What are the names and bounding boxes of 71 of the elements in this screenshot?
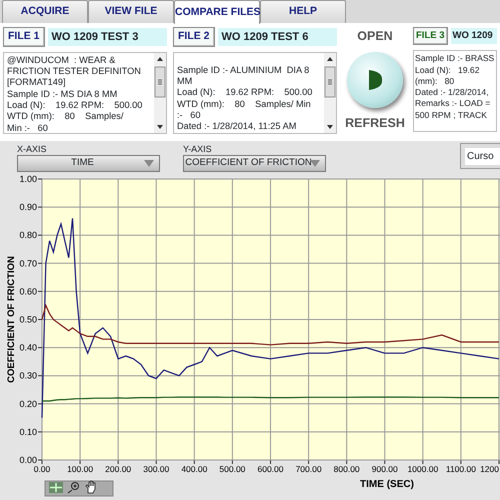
axis-label: Y-AXIS bbox=[183, 143, 213, 155]
axis-dropdown[interactable]: COEFFICIENT OF FRICTION bbox=[183, 155, 326, 172]
x-tick-label: 700.00 bbox=[296, 464, 322, 474]
axis-label: X-AXIS bbox=[17, 143, 48, 155]
play-icon bbox=[367, 68, 383, 92]
y-tick-label: 0.00 bbox=[19, 455, 37, 465]
file-name-field[interactable]: WO 1209 TEST 6 bbox=[218, 28, 337, 46]
y-tick-label: 0.30 bbox=[19, 370, 37, 381]
info-line: Sample ID :- MS DIA 8 MM bbox=[7, 88, 118, 100]
zoom-icon[interactable] bbox=[68, 482, 79, 494]
scrollbar[interactable] bbox=[154, 52, 166, 133]
x-tick-label: 900.00 bbox=[372, 464, 398, 474]
x-tick-label: 500.00 bbox=[219, 464, 246, 474]
y-tick-label: 0.10 bbox=[19, 426, 37, 437]
y-tick-label: 0.40 bbox=[19, 342, 37, 353]
x-tick-label: 300.00 bbox=[143, 464, 170, 474]
y-tick-label: 0.20 bbox=[19, 398, 37, 409]
open-label: OPEN bbox=[357, 28, 393, 45]
info-line: [FORMAT149] bbox=[7, 77, 67, 89]
x-tick-label: 0.00 bbox=[34, 464, 50, 474]
y-tick-label: 0.70 bbox=[19, 258, 37, 268]
x-axis-title: TIME (SEC) bbox=[360, 479, 414, 490]
scrollbar[interactable] bbox=[324, 52, 336, 133]
cursor-button[interactable]: Curso bbox=[460, 143, 500, 169]
y-tick-label: 1.00 bbox=[19, 174, 37, 184]
open-button[interactable] bbox=[347, 52, 403, 108]
axis-dropdown[interactable]: TIME bbox=[17, 155, 160, 172]
info-line: WTD (mm): 80 Samples/ bbox=[7, 111, 124, 123]
x-tick-label: 100.00 bbox=[67, 464, 94, 474]
info-line: Dated :- 1/28/2014, 11:25 AM bbox=[177, 121, 298, 133]
info-line: Load (N): 19.62 RPM: 500.00 bbox=[177, 87, 314, 99]
info-line: WTD (mm): 80 Samples/ Min bbox=[177, 98, 312, 110]
caret-icon bbox=[144, 160, 154, 167]
file-name-field[interactable]: WO 1209 TEST 3 bbox=[48, 28, 167, 46]
info-line: Min :- 60 bbox=[7, 122, 49, 133]
tab[interactable]: ACQUIRE bbox=[2, 0, 88, 23]
y-tick-label: 0.80 bbox=[19, 230, 37, 240]
tab[interactable]: COMPARE FILES bbox=[174, 0, 260, 24]
info-line: Dated :- 1/28/2014, bbox=[415, 87, 490, 98]
x-tick-label: 400.00 bbox=[181, 464, 208, 474]
x-tick-label: 1100.00 bbox=[446, 464, 476, 474]
file-name-field[interactable]: WO 1209 bbox=[450, 28, 497, 44]
info-line: Sample ID :- BRASS bbox=[415, 53, 495, 65]
info-line: Load (N): 19.62 bbox=[415, 64, 480, 76]
info-line: (mm): 80 bbox=[415, 76, 456, 88]
x-tick-label: 1000.00 bbox=[407, 464, 438, 474]
info-line: Load (N): 19.62 RPM: 500.00 bbox=[7, 100, 144, 112]
file-label: FILE 3 bbox=[413, 27, 448, 46]
file-label: FILE 1 bbox=[3, 27, 45, 47]
x-tick-label: 600.00 bbox=[258, 464, 284, 474]
x-tick-label: 800.00 bbox=[334, 464, 360, 474]
info-line: FRICTION TESTER DEFINITON bbox=[7, 66, 142, 78]
x-tick-label: 200.00 bbox=[105, 464, 132, 474]
y-axis-title: COEFFICIENT OF FRICTION bbox=[6, 256, 17, 383]
tab[interactable]: VIEW FILE bbox=[88, 0, 174, 23]
caret-icon bbox=[310, 160, 320, 167]
y-tick-label: 0.50 bbox=[19, 314, 37, 324]
info-line: MM bbox=[177, 76, 194, 88]
tab[interactable]: HELP bbox=[260, 0, 346, 23]
info-line: Sample ID :- ALUMINIUM DIA 8 bbox=[177, 64, 310, 76]
crosshair-icon[interactable] bbox=[49, 482, 63, 493]
info-line: Remarks :- LOAD = bbox=[415, 98, 492, 110]
hand-icon[interactable] bbox=[85, 480, 96, 494]
y-tick-label: 0.60 bbox=[19, 286, 37, 296]
refresh-label: REFRESH bbox=[345, 114, 405, 132]
y-tick-label: 0.90 bbox=[19, 202, 37, 212]
x-tick-label: 1200 bbox=[480, 464, 499, 474]
info-line: 500 RPM ; TRACK bbox=[415, 110, 488, 122]
info-line: :- 60 bbox=[177, 110, 202, 122]
info-line: @WINDUCOM : WEAR & bbox=[7, 54, 116, 66]
file-label: FILE 2 bbox=[173, 27, 215, 47]
